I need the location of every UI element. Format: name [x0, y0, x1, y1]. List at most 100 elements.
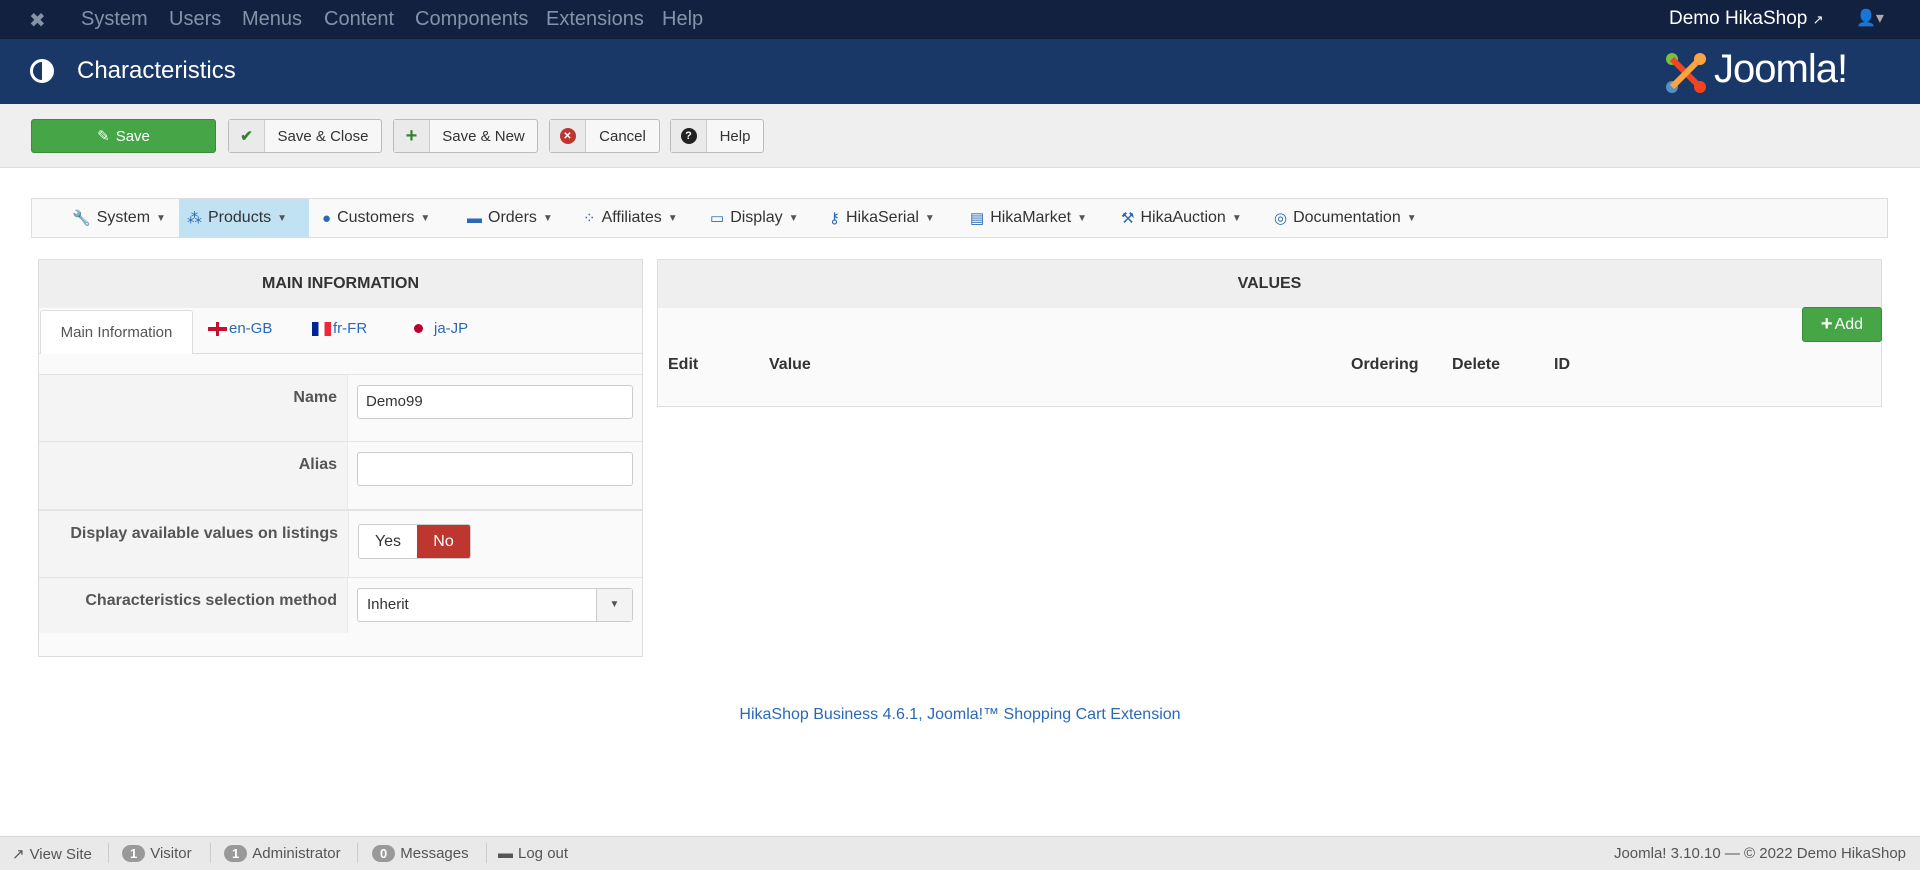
cancel-icon: ✕	[550, 120, 586, 152]
submenu-label: Products	[208, 209, 272, 226]
caret-icon: ▼	[1231, 212, 1242, 224]
column-edit: Edit	[668, 356, 699, 373]
submenu-label: HikaAuction	[1140, 209, 1226, 226]
add-value-button[interactable]: + Add	[1802, 307, 1882, 342]
cancel-button[interactable]: ✕ Cancel	[549, 119, 660, 153]
alias-row: Alias	[39, 441, 642, 509]
key-icon: ⚷	[829, 210, 840, 227]
submenu-display[interactable]: ▭ Display ▼	[702, 199, 807, 237]
admin-menubar: ✖ System Users Menus Content Components …	[0, 0, 1920, 39]
plus-icon: +	[394, 120, 430, 152]
save-close-button[interactable]: ✔ Save & Close	[228, 119, 382, 153]
menu-menus[interactable]: Menus	[242, 8, 302, 31]
tab-label: ja-JP	[434, 320, 469, 337]
no-option[interactable]: No	[417, 525, 470, 558]
submenu-customers[interactable]: ● Customers ▼	[314, 199, 438, 237]
menu-content[interactable]: Content	[324, 8, 394, 31]
help-label: Help	[719, 127, 751, 145]
add-label: Add	[1834, 315, 1864, 333]
help-button[interactable]: ? Help	[670, 119, 764, 153]
logout-link[interactable]: ▬ Log out	[498, 845, 568, 862]
save-button[interactable]: ✎ Save	[31, 119, 216, 153]
submenu-hikaauction[interactable]: ⚒ HikaAuction ▼	[1113, 199, 1250, 237]
caret-icon: ▼	[1406, 212, 1417, 224]
admins-count[interactable]: 1 Administrator	[224, 845, 341, 862]
submenu-label: System	[96, 209, 151, 226]
save-close-label: Save & Close	[277, 127, 369, 145]
values-heading: VALUES	[658, 260, 1881, 308]
divider	[108, 843, 109, 863]
submenu-label: HikaSerial	[846, 209, 919, 226]
submenu-documentation[interactable]: ◎ Documentation ▼	[1266, 199, 1425, 237]
selection-method-label: Characteristics selection method	[39, 578, 348, 633]
minus-icon: ▬	[498, 845, 513, 862]
menu-help[interactable]: Help	[662, 8, 703, 31]
visitors-count[interactable]: 1 Visitor	[122, 845, 192, 862]
language-tabs: Main Information en-GB fr-FR ja-JP	[39, 308, 642, 354]
yes-option[interactable]: Yes	[359, 525, 417, 558]
messages-badge: 0	[372, 845, 396, 862]
submenu-affiliates[interactable]: ⁘ Affiliates ▼	[575, 199, 686, 237]
site-link[interactable]: Demo HikaShop ↗	[1669, 8, 1824, 30]
selection-method-select[interactable]: Inherit ▼	[357, 588, 633, 622]
values-panel: VALUES + Add Edit Value Ordering Delete I…	[657, 259, 1882, 407]
user-menu-icon[interactable]: 👤▾	[1856, 8, 1884, 28]
selection-method-row: Characteristics selection method Inherit…	[39, 577, 642, 633]
submenu-label: Affiliates	[601, 209, 662, 226]
submenu-products[interactable]: ⁂ Products ▼	[179, 199, 309, 237]
menu-users[interactable]: Users	[169, 8, 221, 31]
france-flag-icon	[312, 321, 331, 336]
name-input[interactable]: Demo99	[357, 385, 633, 419]
tab-fr-fr[interactable]: fr-FR	[312, 320, 367, 337]
view-site-label: View Site	[29, 845, 92, 863]
cubes-icon: ⁂	[187, 210, 202, 227]
caret-icon: ▼	[667, 212, 678, 224]
submenu-system[interactable]: 🔧 System ▼	[64, 199, 174, 237]
submenu-hikaserial[interactable]: ⚷ HikaSerial ▼	[821, 199, 943, 237]
wrench-icon: 🔧	[72, 210, 91, 227]
joomla-menu-icon[interactable]: ✖	[29, 8, 46, 33]
page-title: Characteristics	[77, 57, 236, 84]
site-link-label[interactable]: Demo HikaShop	[1669, 8, 1807, 29]
save-label: Save	[115, 127, 150, 145]
divider	[210, 843, 211, 863]
toolbar: ✎ Save ✔ Save & Close + Save & New ✕ Cancel …	[0, 104, 1920, 168]
users-icon: ⁘	[583, 210, 596, 227]
visitors-label: Visitor	[150, 845, 192, 862]
tab-label: fr-FR	[333, 320, 368, 337]
uk-flag-icon	[208, 321, 227, 336]
store-icon: ▤	[970, 210, 985, 227]
menu-components[interactable]: Components	[415, 8, 528, 31]
view-site-link[interactable]: ↗ View Site	[12, 845, 92, 864]
admins-label: Administrator	[252, 845, 341, 862]
selected-value: Inherit	[367, 596, 409, 613]
submenu-label: Documentation	[1293, 209, 1401, 226]
caret-icon: ▼	[420, 212, 431, 224]
external-link-icon: ↗	[12, 846, 25, 863]
submenu-hikamarket[interactable]: ▤ HikaMarket ▼	[962, 199, 1095, 237]
caret-icon: ▼	[1077, 212, 1087, 224]
save-new-button[interactable]: + Save & New	[393, 119, 538, 153]
japan-flag-icon	[409, 321, 428, 336]
tab-en-gb[interactable]: en-GB	[208, 320, 272, 337]
column-delete: Delete	[1452, 356, 1501, 373]
edit-icon: ✎	[97, 128, 110, 145]
submenu-orders[interactable]: ▬ Orders ▼	[459, 199, 561, 237]
caret-icon: ▼	[788, 212, 799, 224]
menu-extensions[interactable]: Extensions	[546, 8, 644, 31]
question-icon: ?	[671, 120, 707, 152]
messages-link[interactable]: 0 Messages	[372, 845, 469, 862]
display-values-row: Display available values on listings Yes…	[39, 509, 642, 577]
alias-input[interactable]	[357, 452, 633, 486]
messages-label: Messages	[400, 845, 469, 862]
tab-ja-jp[interactable]: ja-JP	[409, 320, 468, 337]
tab-label: en-GB	[229, 320, 273, 337]
save-new-label: Save & New	[442, 127, 525, 145]
menu-system[interactable]: System	[81, 8, 148, 31]
status-bar: ↗ View Site 1 Visitor 1 Administrator 0 Mess…	[0, 836, 1920, 870]
main-information-heading: MAIN INFORMATION	[39, 260, 642, 308]
plus-icon: +	[1820, 313, 1833, 335]
footer-link[interactable]: HikaShop Business 4.6.1, Joomla!™ Shoppi…	[0, 706, 1920, 724]
main-information-panel: MAIN INFORMATION Main Information en-GB …	[38, 259, 643, 657]
tab-main-information[interactable]: Main Information	[40, 310, 193, 354]
